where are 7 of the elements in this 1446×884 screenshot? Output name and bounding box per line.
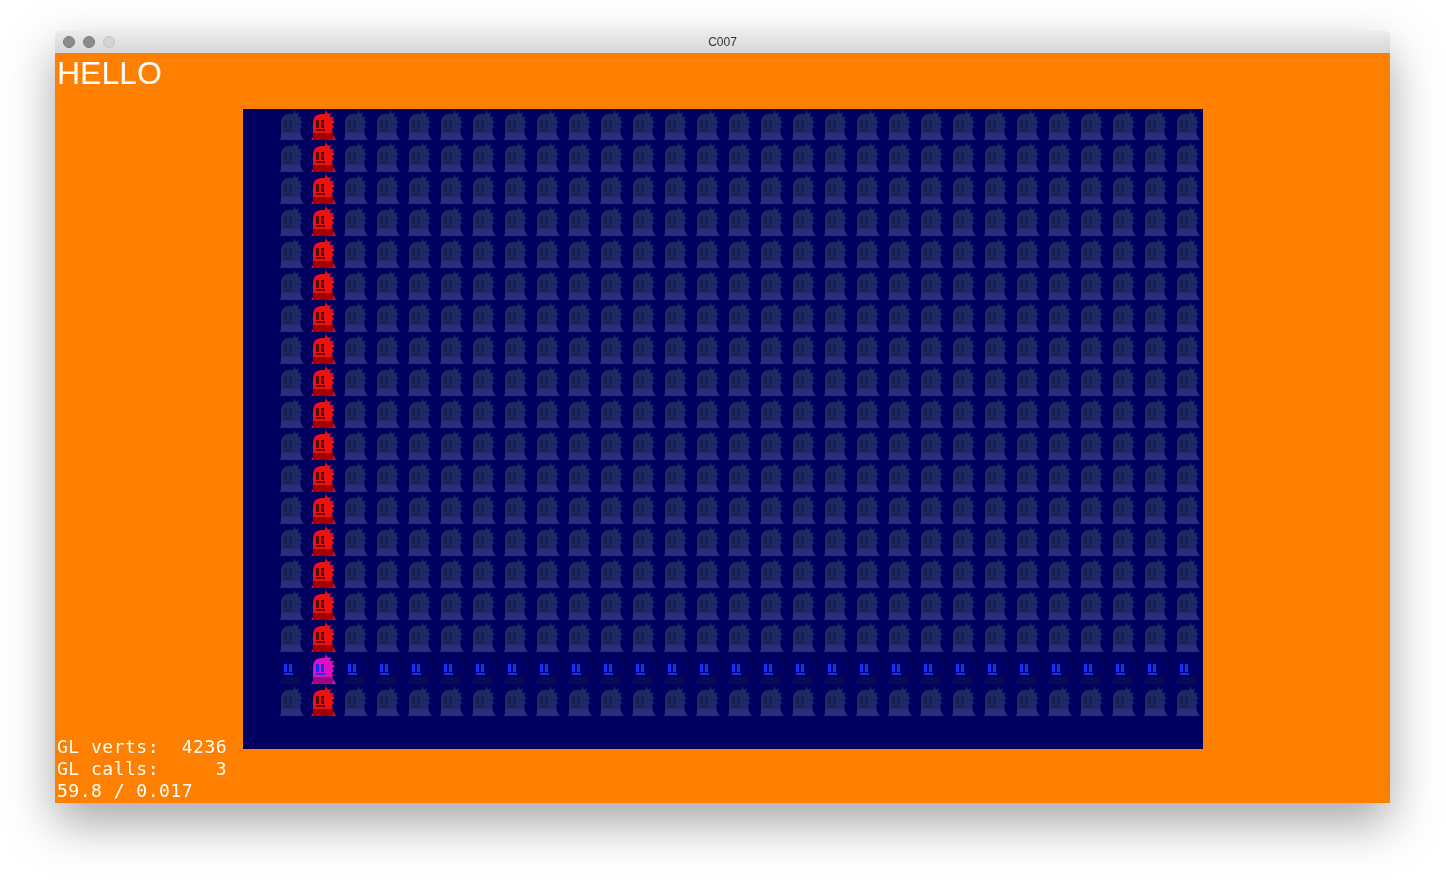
stats-line: GL verts: 4236: [57, 736, 228, 758]
minimize-button[interactable]: [83, 36, 95, 48]
stats-line: GL calls: 3: [57, 758, 228, 780]
window-title: C007: [708, 35, 737, 49]
stats-line: 59.8 / 0.017: [57, 780, 195, 802]
close-button[interactable]: [63, 36, 75, 48]
heading-text: HELLO: [57, 55, 162, 91]
